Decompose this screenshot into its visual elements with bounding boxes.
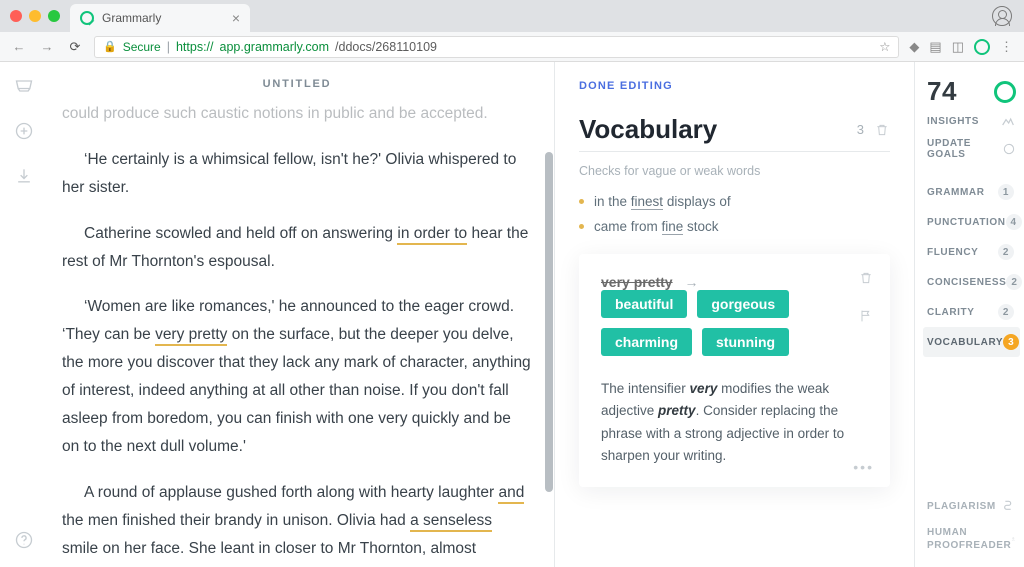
back-button[interactable]: ← — [10, 39, 28, 54]
original-phrase: very pretty — [601, 274, 673, 290]
count-pill: 2 — [998, 244, 1014, 260]
highlighted-phrase[interactable]: a senseless — [410, 512, 492, 532]
issue-line[interactable]: came from fine stock — [579, 219, 890, 234]
count-pill: 1 — [998, 184, 1014, 200]
sidebar-category-conciseness[interactable]: CONCISENESS2 — [923, 267, 1020, 297]
editor-paragraph[interactable]: ‘He certainly is a whimsical fellow, isn… — [62, 146, 532, 202]
count-pill: 4 — [1006, 214, 1022, 230]
bookmark-star-icon[interactable]: ☆ — [879, 39, 890, 54]
score-value: 74 — [927, 76, 957, 107]
person-icon — [1011, 531, 1016, 547]
issue-word: finest — [631, 194, 663, 210]
window: Grammarly × ← → ⟳ 🔒 Secure | https://app… — [0, 0, 1024, 567]
forward-button[interactable]: → — [38, 39, 56, 54]
suggestion-card: very pretty → beautiful gorgeous charmin… — [579, 254, 890, 487]
browser-menu-icon[interactable]: ⋮ — [1000, 39, 1014, 55]
extensions: ◆ ▤ ◫ ⋮ — [909, 39, 1014, 55]
url-scheme: https:// — [176, 40, 214, 54]
left-rail — [0, 62, 48, 567]
extension-icon[interactable]: ◆ — [909, 39, 919, 55]
inbox-icon[interactable] — [14, 76, 34, 99]
suggestion-chip[interactable]: charming — [601, 328, 692, 356]
browser-toolbar: ← → ⟳ 🔒 Secure | https://app.grammarly.c… — [0, 32, 1024, 62]
issue-dot-icon — [579, 224, 584, 229]
grammarly-tab-icon — [80, 11, 94, 25]
highlighted-phrase[interactable]: very pretty — [155, 326, 227, 346]
sidebar: 74 INSIGHTS UPDATE GOALS GRAMMAR1 PUNCTU… — [914, 62, 1024, 567]
document-body[interactable]: could produce such caustic notions in pu… — [58, 100, 536, 567]
url-path: /ddocs/268110109 — [335, 40, 437, 54]
sidebar-plagiarism[interactable]: PLAGIARISM — [927, 491, 1016, 521]
panel-heading: Vocabulary 3 — [579, 114, 890, 145]
panel-subtitle: Checks for vague or weak words — [579, 151, 890, 178]
tab-title: Grammarly — [102, 11, 161, 25]
suggestion-chip[interactable]: beautiful — [601, 290, 687, 318]
score: 74 — [927, 76, 1016, 107]
window-controls — [10, 10, 60, 22]
issue-line[interactable]: in the finest displays of — [579, 194, 890, 209]
help-icon[interactable] — [14, 530, 34, 553]
highlighted-phrase[interactable]: in order to — [397, 225, 467, 245]
count-pill: 2 — [998, 304, 1014, 320]
lock-icon: 🔒 — [103, 40, 117, 53]
goals-icon — [1002, 141, 1016, 157]
panel-heading-text: Vocabulary — [579, 114, 717, 145]
sidebar-update-goals[interactable]: UPDATE GOALS — [927, 135, 1016, 163]
app: UNTITLED could produce such caustic noti… — [0, 62, 1024, 567]
url-host: app.grammarly.com — [220, 40, 330, 54]
close-tab-icon[interactable]: × — [232, 11, 240, 25]
maximize-window-icon[interactable] — [48, 10, 60, 22]
flag-icon[interactable] — [858, 308, 874, 327]
plagiarism-icon — [1000, 498, 1016, 514]
browser-tabstrip: Grammarly × — [0, 0, 1024, 32]
sidebar-category-grammar[interactable]: GRAMMAR1 — [923, 177, 1020, 207]
highlighted-phrase[interactable]: and — [498, 484, 524, 504]
suggestion-chips: beautiful gorgeous charming stunning — [601, 290, 868, 356]
count-pill: 2 — [1006, 274, 1022, 290]
issue-word: fine — [662, 219, 684, 235]
category-list: GRAMMAR1 PUNCTUATION4 FLUENCY2 CONCISENE… — [927, 177, 1016, 357]
editor-paragraph[interactable]: Catherine scowled and held off on answer… — [62, 220, 532, 276]
sidebar-category-clarity[interactable]: CLARITY2 — [923, 297, 1020, 327]
insights-icon — [1000, 113, 1016, 129]
editor-paragraph[interactable]: could produce such caustic notions in pu… — [62, 100, 532, 128]
scrollbar-thumb[interactable] — [545, 152, 553, 492]
editor-paragraph[interactable]: A round of applause gushed forth along w… — [62, 479, 532, 567]
profile-avatar-icon[interactable] — [992, 6, 1012, 26]
trash-icon[interactable] — [874, 114, 890, 145]
extension-icon[interactable]: ▤ — [929, 39, 941, 55]
suggestion-chip[interactable]: stunning — [702, 328, 789, 356]
sidebar-insights[interactable]: INSIGHTS — [927, 107, 1016, 135]
sidebar-category-punctuation[interactable]: PUNCTUATION4 — [923, 207, 1020, 237]
issue-dot-icon — [579, 199, 584, 204]
editor[interactable]: UNTITLED could produce such caustic noti… — [48, 62, 554, 567]
sidebar-category-fluency[interactable]: FLUENCY2 — [923, 237, 1020, 267]
more-menu-icon[interactable]: ••• — [853, 459, 874, 475]
suggestion-chip[interactable]: gorgeous — [697, 290, 789, 318]
extension-icon[interactable]: ◫ — [952, 39, 964, 55]
reload-button[interactable]: ⟳ — [66, 39, 84, 55]
trash-icon[interactable] — [858, 270, 874, 289]
sidebar-human-proofreader[interactable]: HUMAN PROOFREADER — [927, 521, 1016, 557]
download-icon[interactable] — [14, 166, 34, 189]
suggestion-explanation: The intensifier very modifies the weak a… — [601, 378, 868, 467]
plus-circle-icon[interactable] — [14, 121, 34, 144]
document-title[interactable]: UNTITLED — [58, 78, 536, 90]
feedback-panel: DONE EDITING Vocabulary 3 Checks for vag… — [554, 62, 914, 567]
done-editing-link[interactable]: DONE EDITING — [579, 80, 890, 92]
address-bar[interactable]: 🔒 Secure | https://app.grammarly.com/ddo… — [94, 36, 899, 58]
sidebar-category-vocabulary[interactable]: VOCABULARY3 — [923, 327, 1020, 357]
grammarly-extension-icon[interactable] — [974, 39, 990, 55]
editor-scrollbar[interactable] — [544, 62, 554, 567]
browser-tab[interactable]: Grammarly × — [70, 4, 250, 32]
count-pill: 3 — [1003, 334, 1019, 350]
sidebar-footer: PLAGIARISM HUMAN PROOFREADER — [927, 491, 1016, 557]
minimize-window-icon[interactable] — [29, 10, 41, 22]
close-window-icon[interactable] — [10, 10, 22, 22]
editor-paragraph[interactable]: ‘Women are like romances,' he announced … — [62, 293, 532, 460]
arrow-right-icon: → — [684, 274, 698, 290]
secure-label: Secure — [123, 40, 161, 54]
panel-count: 3 — [857, 122, 864, 137]
grammarly-logo-icon[interactable] — [994, 81, 1016, 103]
